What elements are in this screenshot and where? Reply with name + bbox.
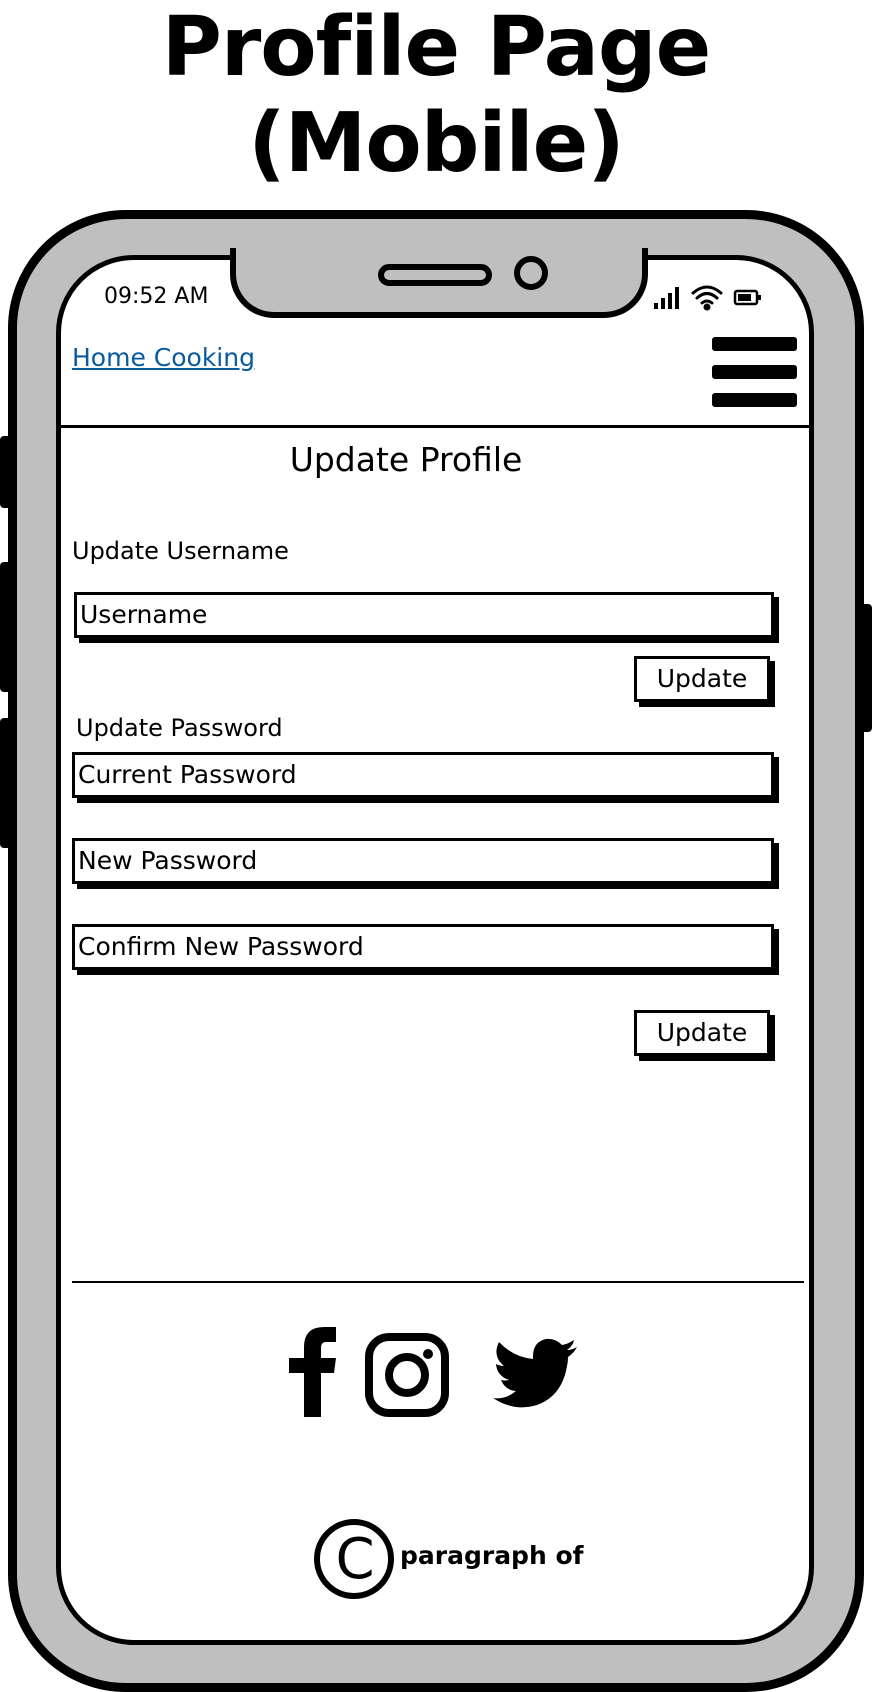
phone-side-button [860, 604, 872, 732]
phone-side-button [0, 562, 12, 692]
copyright-text: paragraph of [400, 1541, 584, 1570]
copyright-icon: C [313, 1518, 395, 1600]
page-title: Profile Page (Mobile) [161, 0, 711, 191]
update-username-button[interactable]: Update [634, 656, 770, 702]
status-time: 09:52 AM [104, 284, 209, 309]
new-password-field[interactable]: New Password [72, 838, 774, 884]
current-password-field[interactable]: Current Password [72, 752, 774, 798]
home-cooking-link[interactable]: Home Cooking [72, 343, 255, 372]
status-icons [652, 282, 762, 312]
username-field[interactable]: Username [74, 592, 774, 638]
battery-icon [733, 289, 761, 306]
header-divider [56, 425, 814, 428]
update-profile-title: Update Profile [289, 440, 523, 479]
twitter-icon[interactable] [492, 1338, 578, 1430]
update-username-label: Update Username [72, 537, 289, 565]
phone-camera [514, 256, 548, 290]
phone-side-button [0, 718, 12, 848]
footer-divider [72, 1281, 804, 1283]
update-password-label: Update Password [76, 714, 283, 742]
update-password-button[interactable]: Update [634, 1010, 770, 1056]
hamburger-menu-icon[interactable] [712, 337, 797, 409]
signal-icon [654, 287, 679, 309]
svg-text:C: C [335, 1527, 374, 1592]
phone-speaker [378, 264, 492, 286]
instagram-icon[interactable] [364, 1332, 450, 1424]
confirm-new-password-field[interactable]: Confirm New Password [72, 924, 774, 970]
wifi-icon [691, 285, 723, 311]
facebook-icon[interactable] [286, 1325, 338, 1417]
